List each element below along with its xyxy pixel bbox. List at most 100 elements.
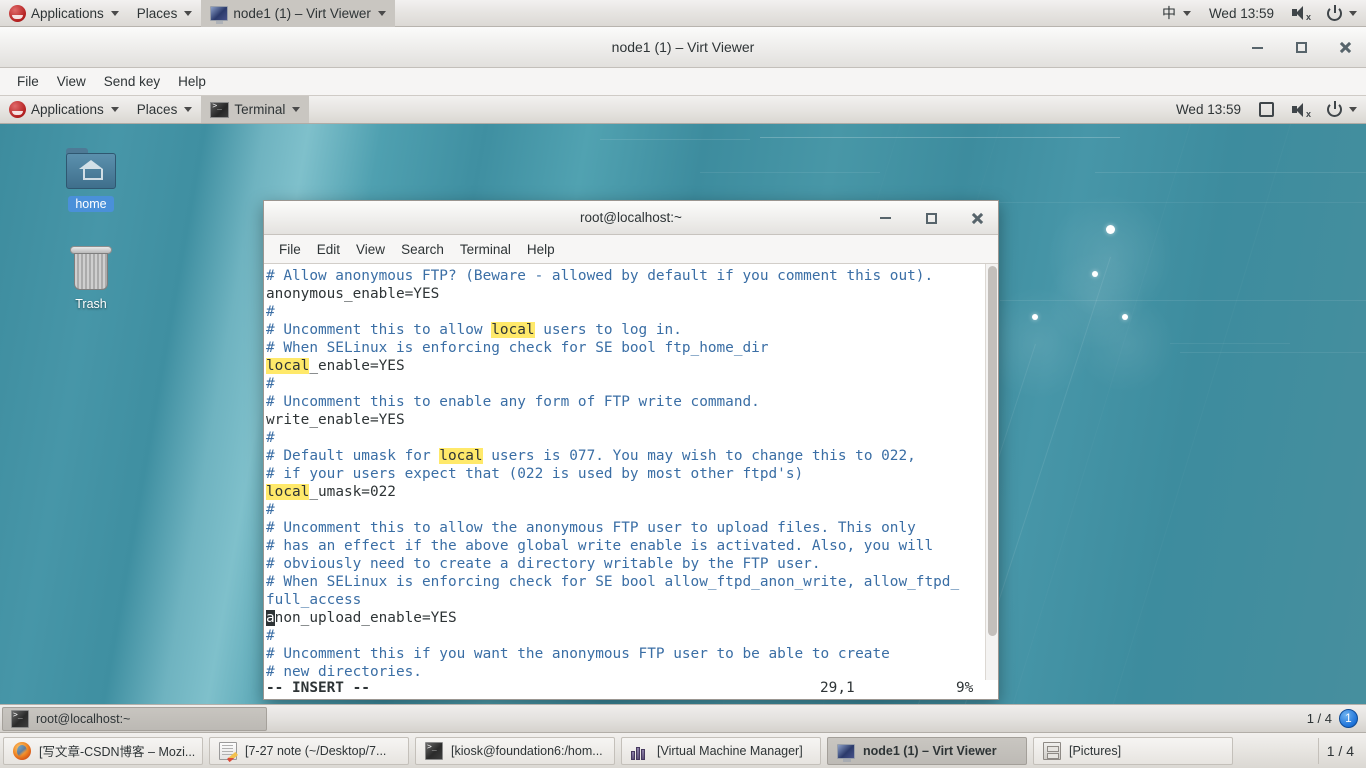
maximize-button[interactable] <box>920 207 942 229</box>
redhat-logo-icon <box>9 101 26 118</box>
host-applications-label: Applications <box>31 6 104 21</box>
terminal-scrollbar-thumb[interactable] <box>988 266 997 636</box>
menu-file[interactable]: File <box>271 239 309 260</box>
power-icon <box>1327 6 1342 21</box>
menu-edit[interactable]: Edit <box>309 239 348 260</box>
terminal-text-buffer[interactable]: # Allow anonymous FTP? (Beware - allowed… <box>264 264 985 699</box>
terminal-line: # obviously need to create a directory w… <box>266 555 983 573</box>
minimize-button[interactable] <box>874 207 896 229</box>
redhat-logo-icon <box>9 5 26 22</box>
terminal-line: # Default umask for local users is 077. … <box>266 447 983 465</box>
host-top-panel: Applications Places node1 (1) – Virt Vie… <box>0 0 1366 27</box>
guest-taskbar-item-terminal[interactable]: root@localhost:~ <box>2 707 267 731</box>
guest-active-window-label: Terminal <box>234 102 285 117</box>
guest-clock-label: Wed 13:59 <box>1176 102 1241 117</box>
ime-label: 中 <box>1162 3 1176 23</box>
terminal-text: # Uncomment this to allow <box>266 322 491 338</box>
guest-screen-button[interactable] <box>1250 96 1283 123</box>
guest-applications-label: Applications <box>31 102 104 117</box>
wallpaper-line <box>600 139 750 140</box>
chevron-down-icon <box>1349 11 1357 16</box>
vmm-icon <box>631 742 649 760</box>
guest-active-window-menu[interactable]: Terminal <box>201 96 309 123</box>
menu-file[interactable]: File <box>8 71 48 92</box>
terminal-text: # obviously need to create a directory w… <box>266 556 821 572</box>
terminal-line: # <box>266 375 983 393</box>
menu-view[interactable]: View <box>348 239 393 260</box>
guest-top-panel: Applications Places Terminal Wed 13:59 x <box>0 96 1366 124</box>
vim-cursor-position: 29,1 <box>820 680 855 696</box>
guest-workspace-switcher[interactable]: 1 / 4 1 <box>1307 709 1366 728</box>
virt-viewer-titlebar[interactable]: node1 (1) – Virt Viewer <box>0 27 1366 68</box>
terminal-line: # <box>266 429 983 447</box>
terminal-line: full_access <box>266 591 983 609</box>
maximize-button[interactable] <box>1290 37 1312 59</box>
menu-help[interactable]: Help <box>519 239 563 260</box>
host-applications-menu[interactable]: Applications <box>0 0 128 27</box>
host-active-window-menu[interactable]: node1 (1) – Virt Viewer <box>201 0 395 27</box>
guest-workspace-label: 1 / 4 <box>1307 711 1332 726</box>
host-taskbar-item-firefox[interactable]: [写文章-CSDN博客 – Mozi... <box>3 737 203 765</box>
desktop-icon-trash-label: Trash <box>68 296 114 312</box>
host-taskbar-item-notes[interactable]: [7-27 note (~/Desktop/7... <box>209 737 409 765</box>
vim-mode-indicator: -- INSERT -- <box>266 680 370 696</box>
guest-system-menu[interactable] <box>1318 96 1366 123</box>
terminal-line: local_enable=YES <box>266 357 983 375</box>
host-workspace-switcher[interactable]: 1 / 4 <box>1318 738 1366 764</box>
terminal-line: # Allow anonymous FTP? (Beware - allowed… <box>266 267 983 285</box>
terminal-line: # if your users expect that (022 is used… <box>266 465 983 483</box>
terminal-text: _enable=YES <box>309 358 404 374</box>
host-taskbar-item-kiosk-terminal[interactable]: [kiosk@foundation6:/hom... <box>415 737 615 765</box>
terminal-text: # <box>266 502 275 518</box>
terminal-icon <box>210 102 229 118</box>
wallpaper-line <box>1180 352 1366 353</box>
terminal-line: # <box>266 501 983 519</box>
guest-taskbar: root@localhost:~ 1 / 4 1 <box>0 704 1366 732</box>
menu-send-key[interactable]: Send key <box>95 71 169 92</box>
menu-search[interactable]: Search <box>393 239 452 260</box>
host-system-menu[interactable] <box>1318 0 1366 27</box>
close-button[interactable] <box>1334 37 1356 59</box>
menu-terminal[interactable]: Terminal <box>452 239 519 260</box>
terminal-line: # Uncomment this to allow local users to… <box>266 321 983 339</box>
virt-viewer-icon <box>210 6 228 21</box>
wallpaper-dot <box>1032 314 1038 320</box>
desktop-icon-home[interactable]: home <box>48 141 134 213</box>
menu-view[interactable]: View <box>48 71 95 92</box>
terminal-scrollbar[interactable] <box>985 264 998 699</box>
menu-help[interactable]: Help <box>169 71 215 92</box>
search-match: local <box>439 448 482 464</box>
terminal-text: # Uncomment this to allow the anonymous … <box>266 520 916 536</box>
guest-applications-menu[interactable]: Applications <box>0 96 128 123</box>
guest-places-menu[interactable]: Places <box>128 96 202 123</box>
terminal-body[interactable]: # Allow anonymous FTP? (Beware - allowed… <box>264 264 998 699</box>
host-input-method-menu[interactable]: 中 <box>1153 0 1200 27</box>
host-taskbar-item-label: [Virtual Machine Manager] <box>657 744 803 758</box>
host-taskbar-item-vmm[interactable]: [Virtual Machine Manager] <box>621 737 821 765</box>
wallpaper-dot <box>1106 225 1115 234</box>
terminal-text: non_upload_enable=YES <box>275 610 457 626</box>
terminal-text: # Default umask for <box>266 448 439 464</box>
desktop-icon-trash[interactable]: Trash <box>48 241 134 313</box>
host-clock[interactable]: Wed 13:59 <box>1200 0 1283 27</box>
guest-places-label: Places <box>137 102 178 117</box>
chevron-down-icon <box>184 11 192 16</box>
terminal-window-buttons <box>874 201 988 235</box>
wallpaper-dot <box>1122 314 1128 320</box>
host-taskbar: [写文章-CSDN博客 – Mozi... [7-27 note (~/Desk… <box>0 732 1366 768</box>
minimize-button[interactable] <box>1246 37 1268 59</box>
guest-clock[interactable]: Wed 13:59 <box>1167 96 1250 123</box>
host-volume-button[interactable]: x <box>1283 0 1318 27</box>
terminal-text: anonymous_enable=YES <box>266 286 439 302</box>
guest-volume-button[interactable]: x <box>1283 96 1318 123</box>
chevron-down-icon <box>184 107 192 112</box>
close-button[interactable] <box>966 207 988 229</box>
wallpaper-line <box>1000 300 1366 301</box>
host-taskbar-item-pictures[interactable]: [Pictures] <box>1033 737 1233 765</box>
host-places-menu[interactable]: Places <box>128 0 202 27</box>
terminal-titlebar[interactable]: root@localhost:~ <box>264 201 998 235</box>
host-taskbar-item-virt-viewer[interactable]: node1 (1) – Virt Viewer <box>827 737 1027 765</box>
terminal-line: # When SELinux is enforcing check for SE… <box>266 339 983 357</box>
terminal-text: # Uncomment this if you want the anonymo… <box>266 646 890 662</box>
host-taskbar-item-label: [kiosk@foundation6:/hom... <box>451 744 603 758</box>
